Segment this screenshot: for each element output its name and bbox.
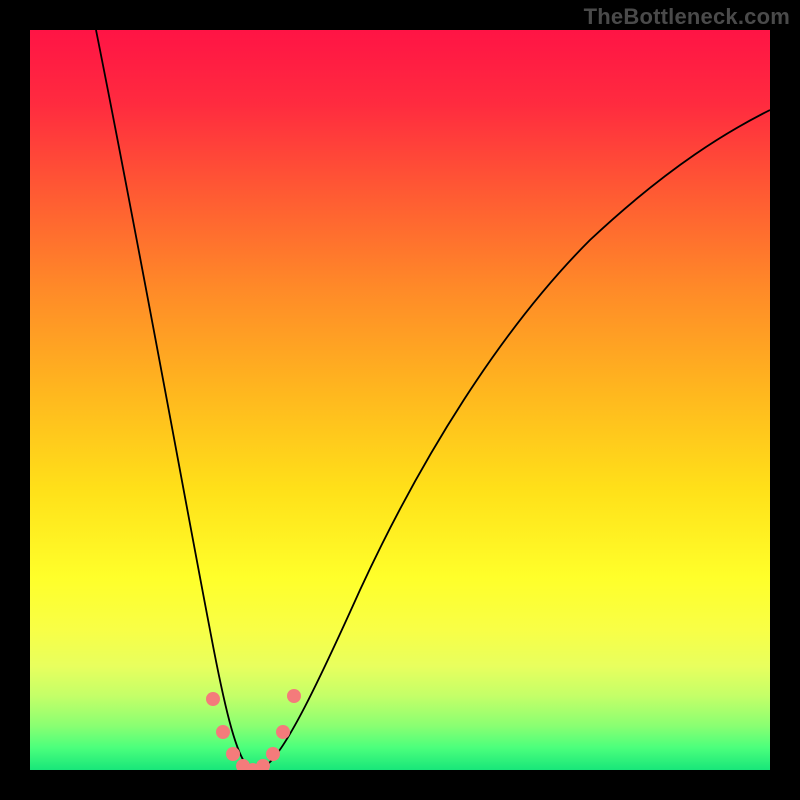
bottleneck-curve [30, 30, 770, 770]
highlighted-points [206, 689, 301, 770]
plot-area [30, 30, 770, 770]
watermark-text: TheBottleneck.com [584, 4, 790, 30]
chart-frame: TheBottleneck.com [0, 0, 800, 800]
